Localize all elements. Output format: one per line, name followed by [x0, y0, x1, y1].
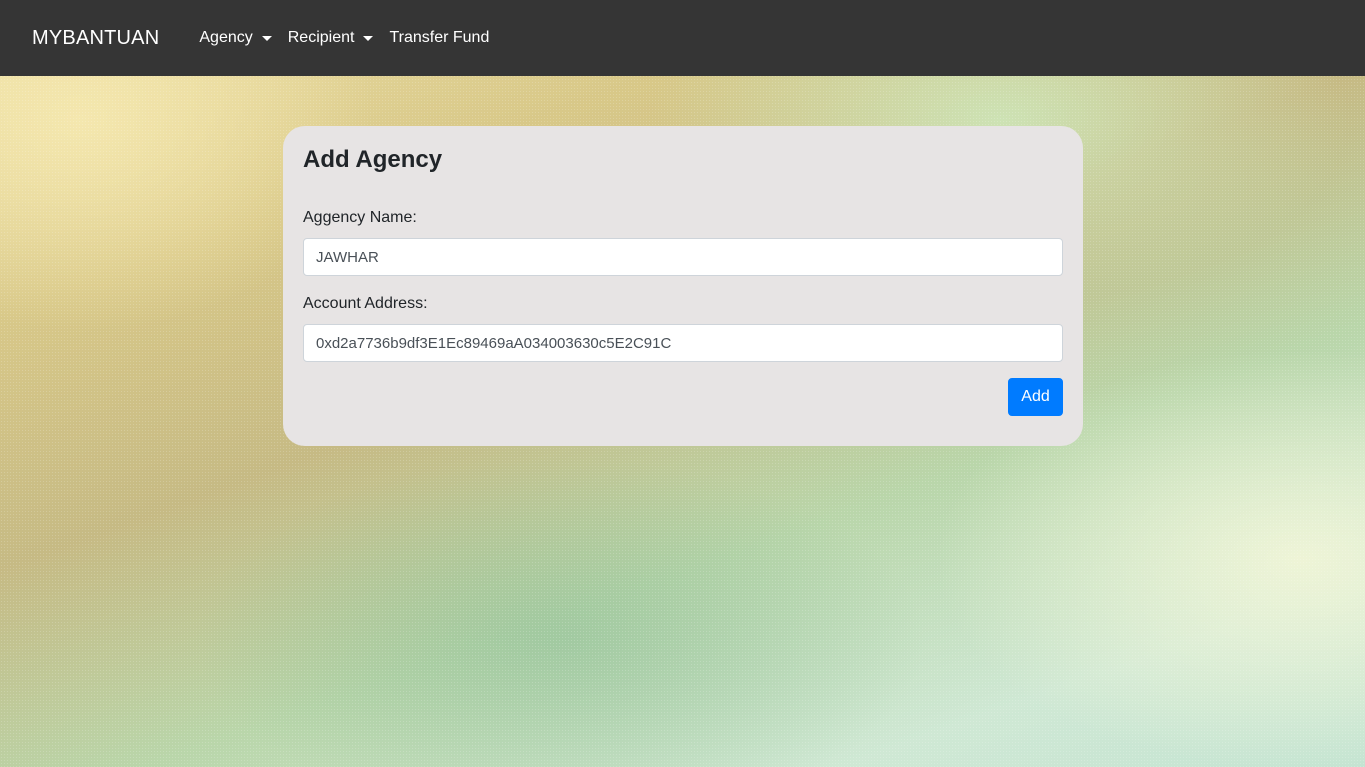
caret-down-icon	[363, 35, 374, 41]
nav-recipient-label: Recipient	[287, 29, 355, 46]
agency-name-input[interactable]	[303, 238, 1063, 276]
caret-down-icon	[261, 35, 272, 41]
add-button[interactable]: Add	[1008, 378, 1063, 416]
nav-agency-label: Agency	[199, 29, 253, 46]
agency-name-label: Aggency Name:	[303, 209, 417, 226]
nav-link-transfer-fund[interactable]: Transfer Fund	[389, 29, 489, 47]
nav-dropdown-recipient[interactable]: Recipient	[288, 29, 374, 47]
nav-transfer-fund-label: Transfer Fund	[389, 29, 490, 46]
account-address-label: Account Address:	[303, 295, 428, 312]
account-address-input[interactable]	[303, 324, 1063, 362]
add-agency-card: Add Agency Aggency Name: Account Address…	[283, 126, 1083, 446]
top-navbar: MYBANTUAN Agency Recipient Transfer Fund	[0, 0, 1365, 76]
nav-dropdown-agency[interactable]: Agency	[199, 29, 272, 47]
nav-links: Agency Recipient Transfer Fund	[199, 29, 505, 47]
card-title: Add Agency	[303, 146, 443, 173]
brand-link[interactable]: MYBANTUAN	[32, 27, 159, 50]
